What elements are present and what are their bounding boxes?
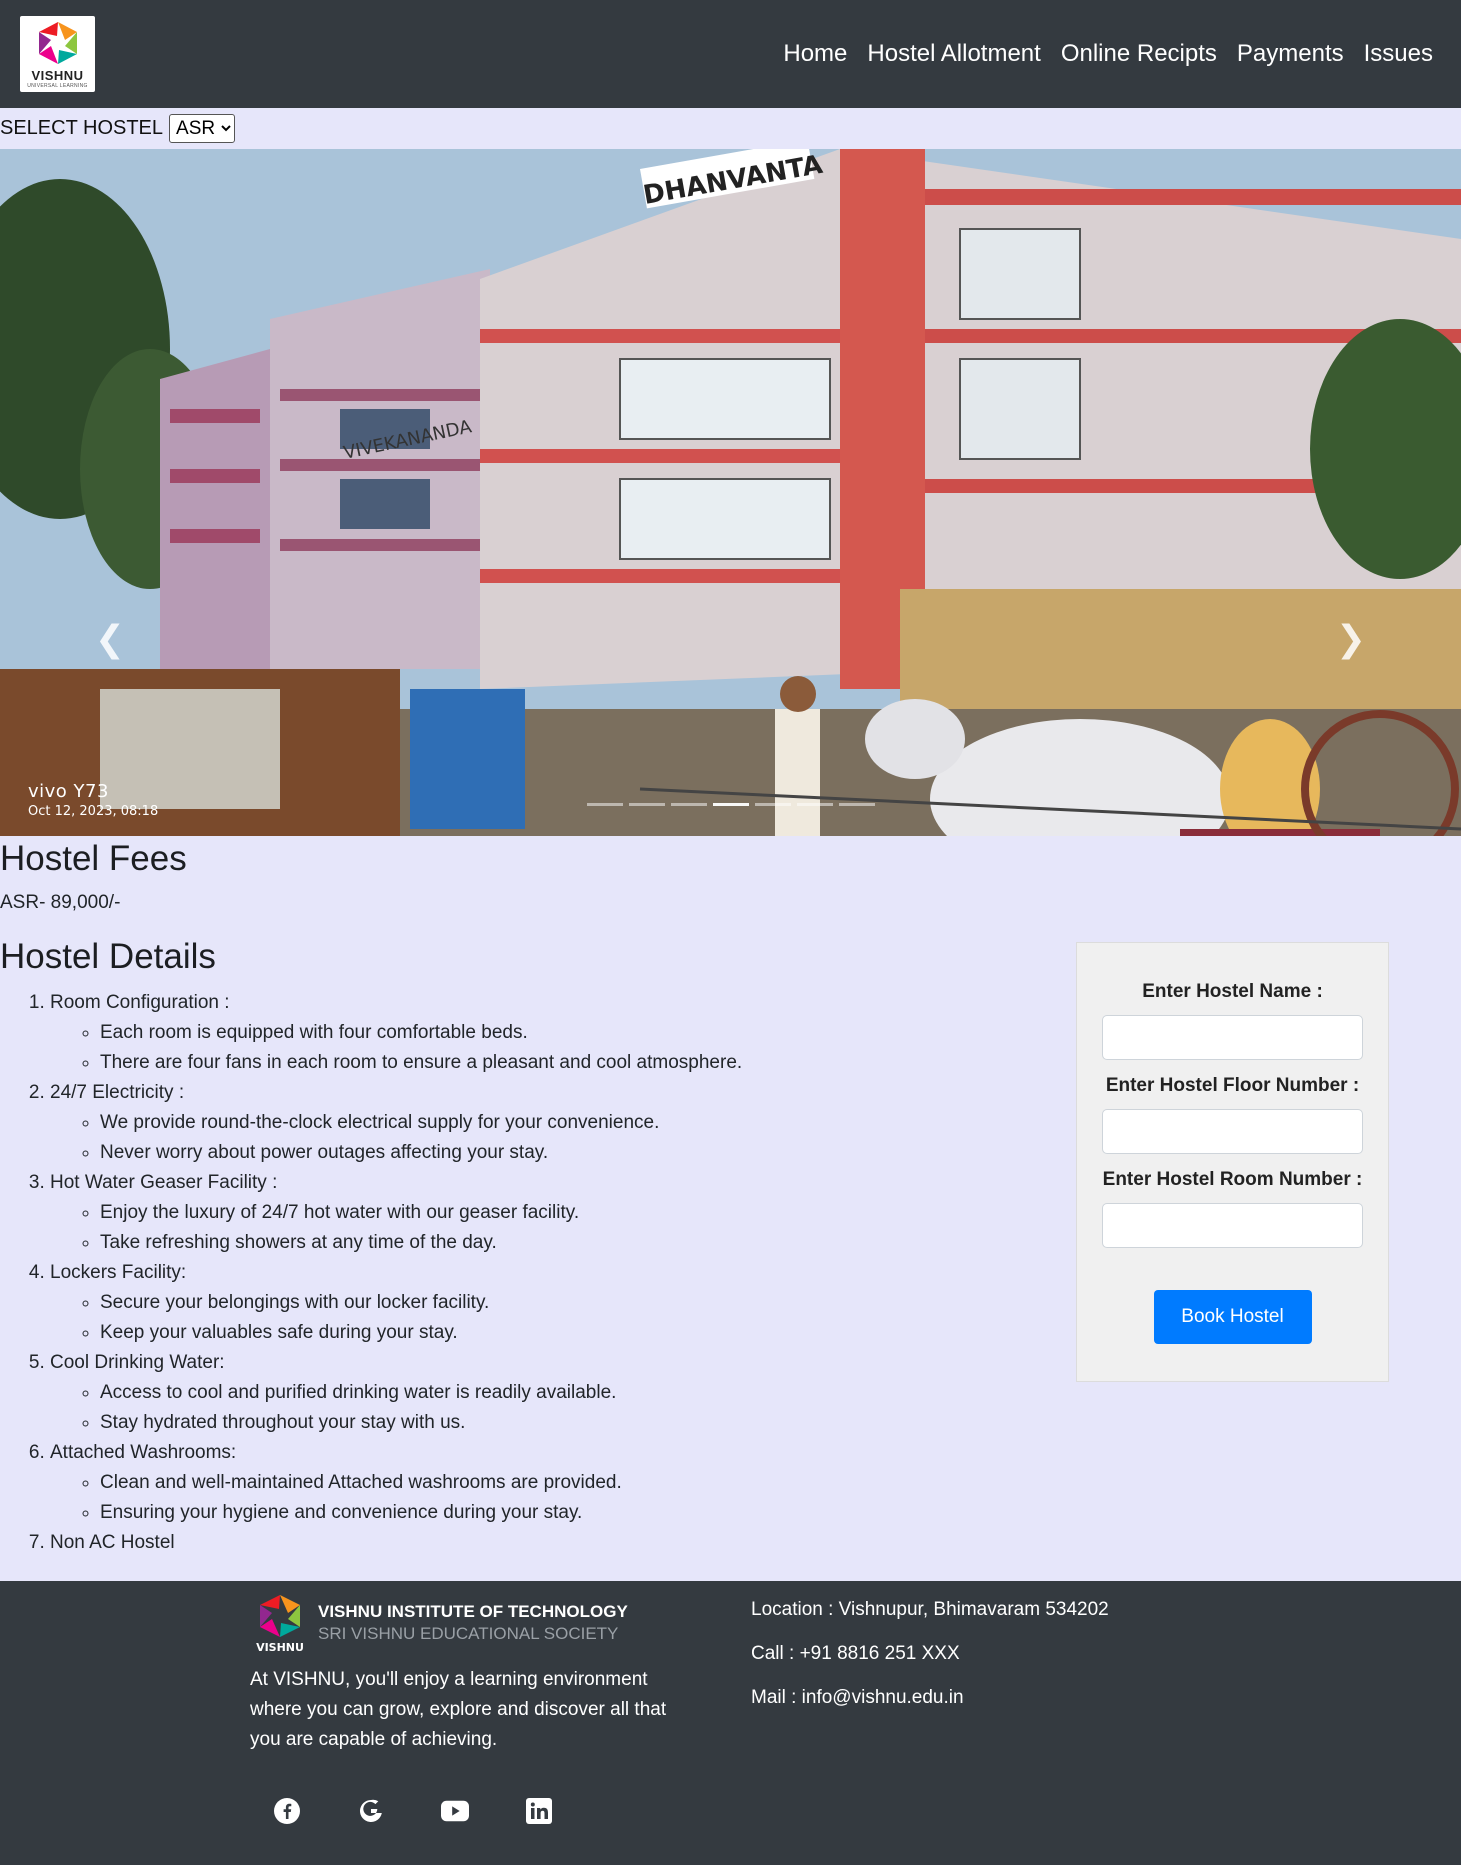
- carousel-next-icon[interactable]: ❯: [1331, 618, 1371, 659]
- carousel-indicators: [0, 803, 1461, 806]
- carousel-indicator[interactable]: [754, 803, 791, 806]
- hostel-select-bar: SELECT HOSTEL ASR: [0, 108, 1461, 149]
- nav-home[interactable]: Home: [783, 40, 847, 68]
- nav-links: Home Hostel Allotment Online Recipts Pay…: [783, 40, 1441, 68]
- footer-logo: VISHNU VISHNU INSTITUTE OF TECHNOLOGY SR…: [250, 1591, 710, 1655]
- hostel-fees-value: ASR- 89,000/-: [0, 892, 121, 913]
- footer-call[interactable]: Call : +91 8816 251 XXX: [751, 1643, 1109, 1665]
- google-icon[interactable]: [357, 1797, 385, 1825]
- hostel-name-input[interactable]: [1102, 1015, 1363, 1060]
- hostel-building-photo: VIVEKANANDA DHANVANTA: [0, 149, 1461, 836]
- logo-subtext: UNIVERSAL LEARNING: [27, 82, 88, 89]
- nav-hostel-allotment[interactable]: Hostel Allotment: [867, 40, 1040, 68]
- carousel-indicator-active[interactable]: [712, 803, 749, 806]
- footer-contact: Location : Vishnupur, Bhimavaram 534202 …: [751, 1599, 1109, 1731]
- carousel-indicator[interactable]: [796, 803, 833, 806]
- hostel-name-label: Enter Hostel Name :: [1142, 981, 1323, 1002]
- nav-online-receipts[interactable]: Online Recipts: [1061, 40, 1217, 68]
- hostel-select[interactable]: ASR: [169, 114, 236, 143]
- hostel-fees-title: Hostel Fees: [0, 839, 187, 878]
- facebook-icon[interactable]: [273, 1797, 301, 1825]
- detail-item: Non AC Hostel: [50, 1528, 1461, 1558]
- carousel-indicator[interactable]: [586, 803, 623, 806]
- detail-item-label: Hot Water Geaser Facility :: [50, 1172, 278, 1193]
- footer-about: VISHNU VISHNU INSTITUTE OF TECHNOLOGY SR…: [250, 1591, 710, 1755]
- footer-institute-block: VISHNU INSTITUTE OF TECHNOLOGY SRI VISHN…: [318, 1602, 628, 1644]
- vishnu-logo-icon: VISHNU: [256, 1595, 304, 1654]
- hostel-booking-form: Enter Hostel Name : Enter Hostel Floor N…: [1076, 942, 1389, 1382]
- brand-logo[interactable]: VISHNU UNIVERSAL LEARNING: [20, 16, 95, 92]
- hostel-floor-input[interactable]: [1102, 1109, 1363, 1154]
- detail-point: Access to cool and purified drinking wat…: [100, 1378, 1461, 1408]
- hostel-image-carousel: VIVEKANANDA DHANVANTA ❮ ❯ vivo Y73 Oct 1…: [0, 149, 1461, 836]
- detail-point: Clean and well-maintained Attached washr…: [100, 1468, 1461, 1498]
- hostel-room-label: Enter Hostel Room Number :: [1102, 1169, 1363, 1190]
- photo-device-label: vivo Y73: [28, 781, 109, 802]
- footer-society-name: SRI VISHNU EDUCATIONAL SOCIETY: [318, 1624, 619, 1643]
- detail-point: Stay hydrated throughout your stay with …: [100, 1408, 1461, 1438]
- detail-point: Ensuring your hygiene and convenience du…: [100, 1498, 1461, 1528]
- detail-item-label: Lockers Facility:: [50, 1262, 187, 1283]
- book-hostel-button[interactable]: Book Hostel: [1153, 1290, 1312, 1344]
- detail-item-label: Non AC Hostel: [50, 1532, 175, 1553]
- footer-logo-word: VISHNU: [256, 1641, 304, 1654]
- detail-item: Attached Washrooms: Clean and well-maint…: [50, 1438, 1461, 1528]
- detail-item-label: Attached Washrooms:: [50, 1442, 237, 1463]
- carousel-prev-icon[interactable]: ❮: [90, 618, 130, 659]
- footer-description: At VISHNU, you'll enjoy a learning envir…: [250, 1669, 667, 1750]
- detail-item-label: Cool Drinking Water:: [50, 1352, 225, 1373]
- nav-payments[interactable]: Payments: [1237, 40, 1344, 68]
- hostel-room-input[interactable]: [1102, 1203, 1363, 1248]
- footer-institute-name: VISHNU INSTITUTE OF TECHNOLOGY: [318, 1602, 628, 1621]
- logo-text: VISHNU: [31, 67, 84, 83]
- youtube-icon[interactable]: [441, 1797, 469, 1825]
- linkedin-icon[interactable]: [525, 1797, 553, 1825]
- footer-social-links: [273, 1797, 553, 1825]
- main-content: Hostel Fees ASR- 89,000/- Hostel Details…: [0, 836, 1461, 1581]
- detail-item-label: Room Configuration :: [50, 992, 230, 1013]
- detail-item-label: 24/7 Electricity :: [50, 1082, 185, 1103]
- vishnu-logo-icon: [38, 21, 77, 64]
- photo-timestamp-watermark: vivo Y73 Oct 12, 2023, 08:18: [28, 781, 158, 819]
- carousel-indicator[interactable]: [628, 803, 665, 806]
- footer-mail[interactable]: Mail : info@vishnu.edu.in: [751, 1687, 1109, 1709]
- select-hostel-label: SELECT HOSTEL: [0, 117, 164, 139]
- navbar: VISHNU UNIVERSAL LEARNING Home Hostel Al…: [0, 0, 1461, 108]
- nav-issues[interactable]: Issues: [1364, 40, 1433, 68]
- photo-date-label: Oct 12, 2023, 08:18: [28, 804, 159, 819]
- footer: VISHNU VISHNU INSTITUTE OF TECHNOLOGY SR…: [0, 1581, 1461, 1865]
- carousel-indicator[interactable]: [838, 803, 875, 806]
- carousel-indicator[interactable]: [670, 803, 707, 806]
- footer-location: Location : Vishnupur, Bhimavaram 534202: [751, 1599, 1109, 1620]
- hostel-floor-label: Enter Hostel Floor Number :: [1105, 1075, 1360, 1096]
